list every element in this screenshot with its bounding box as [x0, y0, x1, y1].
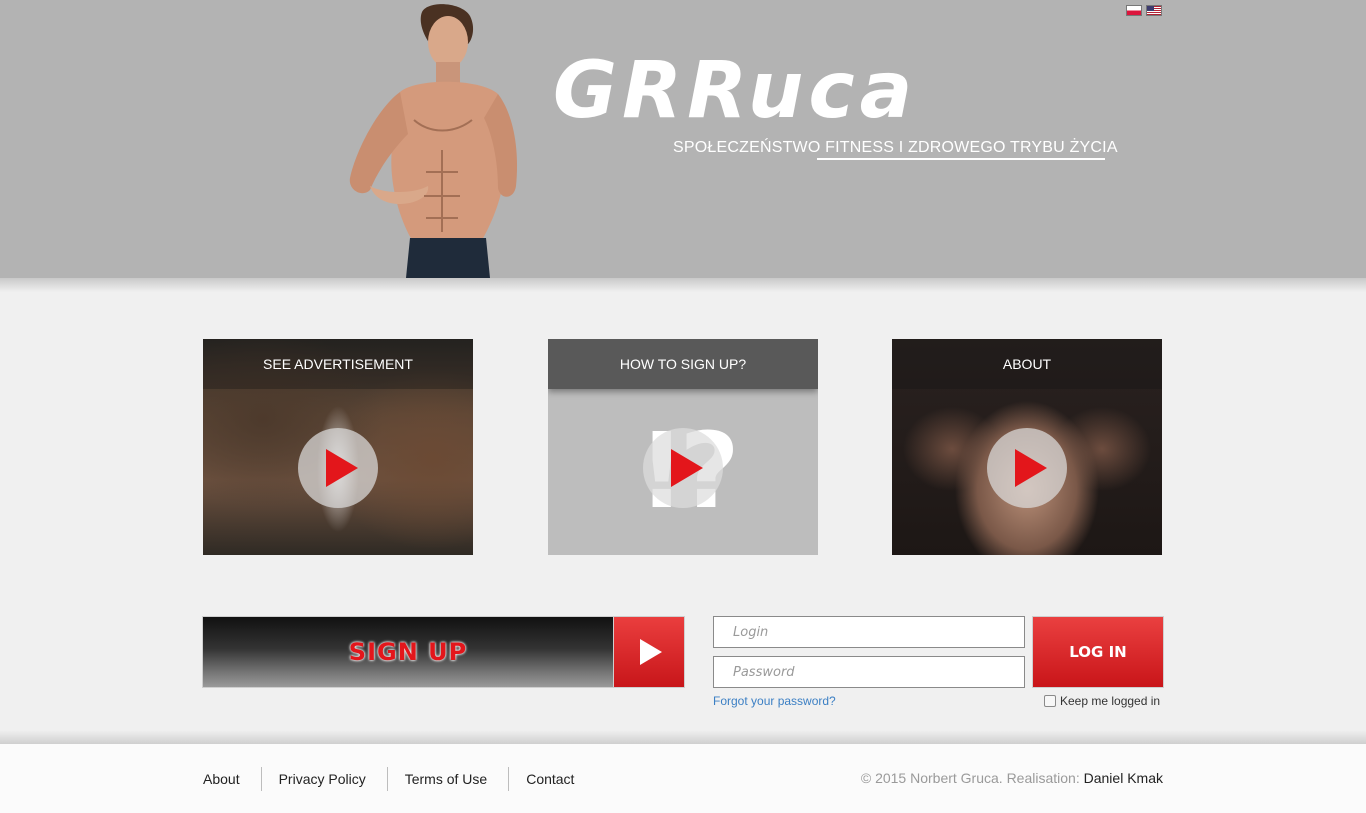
footer-divider	[260, 767, 262, 791]
footer-link-terms[interactable]: Terms of Use	[405, 771, 487, 787]
video-card-advertisement[interactable]: SEE ADVERTISEMENT	[203, 339, 473, 555]
play-icon[interactable]	[987, 428, 1067, 508]
footer-link-contact[interactable]: Contact	[526, 771, 574, 787]
footer-shadow	[0, 730, 1366, 744]
footer-link-about[interactable]: About	[203, 771, 240, 787]
keep-logged-in[interactable]: Keep me logged in	[1044, 694, 1160, 708]
copyright-text: © 2015 Norbert Gruca. Realisation: Danie…	[861, 770, 1163, 786]
sign-up-button[interactable]: SIGN UP	[202, 616, 614, 688]
video-card-how-to-sign-up[interactable]: HOW TO SIGN UP? !?	[548, 339, 818, 555]
author-link[interactable]: Daniel Kmak	[1084, 770, 1163, 786]
card-title-bar: HOW TO SIGN UP?	[548, 339, 818, 389]
site-logo[interactable]: GRRuca	[553, 52, 917, 130]
footer-divider	[508, 767, 510, 791]
play-icon[interactable]	[298, 428, 378, 508]
log-in-button[interactable]: LOG IN	[1032, 616, 1164, 688]
sign-up-play-button[interactable]	[613, 616, 685, 688]
fitness-model-image	[349, 4, 518, 278]
card-title: SEE ADVERTISEMENT	[263, 356, 413, 372]
copyright-label: © 2015 Norbert Gruca. Realisation:	[860, 770, 1084, 786]
forgot-password-link[interactable]: Forgot your password?	[713, 694, 836, 708]
play-icon[interactable]	[643, 428, 723, 508]
card-title: HOW TO SIGN UP?	[619, 356, 747, 372]
card-title: ABOUT	[1002, 356, 1052, 372]
footer-divider	[386, 767, 388, 791]
keep-logged-in-checkbox[interactable]	[1044, 695, 1056, 707]
language-switcher	[1126, 5, 1162, 16]
footer-link-privacy[interactable]: Privacy Policy	[279, 771, 366, 787]
site-tagline: SPOŁECZEŃSTWO FITNESS I ZDROWEGO TRYBU Ż…	[673, 139, 1118, 156]
header-banner: GRRuca SPOŁECZEŃSTWO FITNESS I ZDROWEGO …	[0, 0, 1366, 278]
en-flag-icon[interactable]	[1146, 5, 1162, 16]
tagline-underline	[817, 158, 1105, 160]
sign-up-label: SIGN UP	[348, 638, 468, 666]
login-input[interactable]	[713, 616, 1025, 648]
card-title-bar: SEE ADVERTISEMENT	[203, 339, 473, 389]
pl-flag-icon[interactable]	[1126, 5, 1142, 16]
header-shadow	[0, 278, 1366, 292]
password-input[interactable]	[713, 656, 1025, 688]
keep-logged-in-label: Keep me logged in	[1060, 694, 1161, 708]
play-icon	[640, 639, 662, 665]
video-card-about[interactable]: ABOUT	[892, 339, 1162, 555]
footer-nav: About Privacy Policy Terms of Use Contac…	[203, 767, 574, 791]
card-title-bar: ABOUT	[892, 339, 1162, 389]
